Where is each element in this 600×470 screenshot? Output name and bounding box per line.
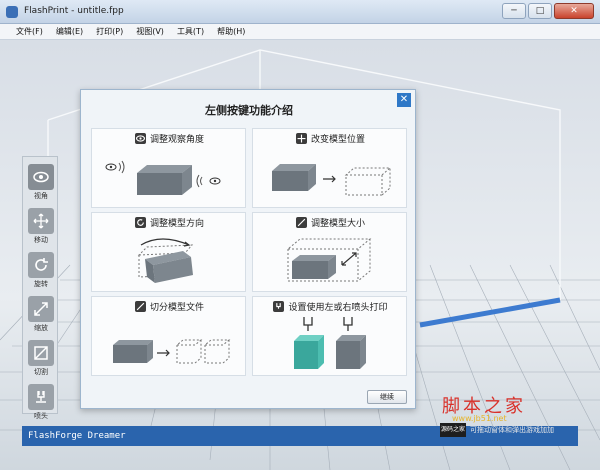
- window-controls: ─ □ ✕: [500, 3, 594, 19]
- move-icon: [28, 208, 54, 234]
- scale-illustration: [286, 238, 372, 282]
- eye-icon: [28, 164, 54, 190]
- card-title: 设置使用左或右喷头打印: [288, 303, 388, 313]
- dialog-title: 左侧按键功能介绍: [205, 104, 293, 117]
- rotate-icon: [134, 217, 146, 228]
- card-header: 改变模型位置: [253, 132, 408, 145]
- card-title: 改变模型位置: [310, 135, 365, 145]
- menu-tools[interactable]: 工具(T): [177, 26, 204, 37]
- menu-view[interactable]: 视图(V): [136, 26, 164, 37]
- close-window-button[interactable]: ✕: [554, 3, 594, 19]
- maximize-button[interactable]: □: [528, 3, 552, 19]
- scale-icon: [28, 296, 54, 322]
- rotate-illustration: [137, 238, 194, 283]
- sidebar-item-rotate[interactable]: 旋转: [23, 252, 59, 289]
- card-header: 切分模型文件: [92, 300, 247, 313]
- cut-icon: [28, 340, 54, 366]
- card-header: 调整观察角度: [92, 132, 247, 145]
- app-icon: [6, 6, 18, 18]
- view-angle-illustration: [105, 160, 221, 195]
- card-view-angle: 调整观察角度: [91, 128, 246, 208]
- left-sidebar: 视角 移动 旋转 缩放 切割 喷头: [22, 156, 59, 420]
- sidebar-label-cut: 切割: [34, 368, 48, 376]
- sidebar-label-nozzle: 喷头: [34, 412, 48, 420]
- sidebar-item-nozzle[interactable]: 喷头: [23, 384, 59, 421]
- sidebar-item-move[interactable]: 移动: [23, 208, 59, 245]
- menu-file[interactable]: 文件(F): [16, 26, 43, 37]
- watermark-tag: 源码之家: [440, 423, 466, 437]
- rotate-icon: [28, 252, 54, 278]
- continue-button[interactable]: 继续: [367, 390, 407, 404]
- cut-illustration: [113, 339, 231, 364]
- card-nozzle: 设置使用左或右喷头打印: [252, 296, 407, 376]
- menu-print[interactable]: 打印(P): [96, 26, 123, 37]
- sidebar-item-scale[interactable]: 缩放: [23, 296, 59, 333]
- card-title: 调整模型方向: [149, 219, 204, 229]
- cut-icon: [134, 301, 146, 312]
- card-title: 切分模型文件: [149, 303, 204, 313]
- card-header: 调整模型大小: [253, 216, 408, 229]
- nozzle-illustration: [294, 317, 366, 369]
- card-move: 改变模型位置: [252, 128, 407, 208]
- card-rotate: 调整模型方向: [91, 212, 246, 292]
- nozzle-icon: [273, 301, 285, 312]
- nozzle-icon: [28, 384, 54, 410]
- card-title: 调整观察角度: [149, 135, 204, 145]
- menu-bar: 文件(F) 编辑(E) 打印(P) 视图(V) 工具(T) 帮助(H): [0, 24, 600, 40]
- move-illustration: [272, 164, 392, 196]
- card-scale: 调整模型大小: [252, 212, 407, 292]
- dialog-close-button[interactable]: ✕: [397, 93, 411, 107]
- card-title: 调整模型大小: [310, 219, 365, 229]
- sidebar-label-rotate: 旋转: [34, 280, 48, 288]
- minimize-button[interactable]: ─: [502, 3, 526, 19]
- sidebar-item-cut[interactable]: 切割: [23, 340, 59, 377]
- sidebar-label-view: 视角: [34, 192, 48, 200]
- sidebar-label-move: 移动: [34, 236, 48, 244]
- card-cut: 切分模型文件: [91, 296, 246, 376]
- sidebar-label-scale: 缩放: [34, 324, 48, 332]
- card-header: 调整模型方向: [92, 216, 247, 229]
- menu-help[interactable]: 帮助(H): [217, 26, 245, 37]
- help-dialog: 左侧按键功能介绍 ✕ 调整观察角度 改变模型位置 调整模型方向 调整模型大小 切…: [80, 89, 416, 409]
- card-header: 设置使用左或右喷头打印: [253, 300, 408, 313]
- window-title: FlashPrint - untitle.fpp: [24, 6, 124, 16]
- watermark-url: www.jb51.net: [452, 414, 507, 423]
- scale-icon: [295, 217, 307, 228]
- menu-edit[interactable]: 编辑(E): [56, 26, 83, 37]
- title-bar: FlashPrint - untitle.fpp ─ □ ✕: [0, 0, 600, 24]
- watermark: 脚本之家 www.jb51.net 源码之家 可拖动窗体和弹出游戏加加: [440, 392, 590, 440]
- watermark-subtitle: 可拖动窗体和弹出游戏加加: [470, 426, 554, 434]
- eye-icon: [134, 133, 146, 144]
- move-icon: [295, 133, 307, 144]
- sidebar-item-view[interactable]: 视角: [23, 164, 59, 201]
